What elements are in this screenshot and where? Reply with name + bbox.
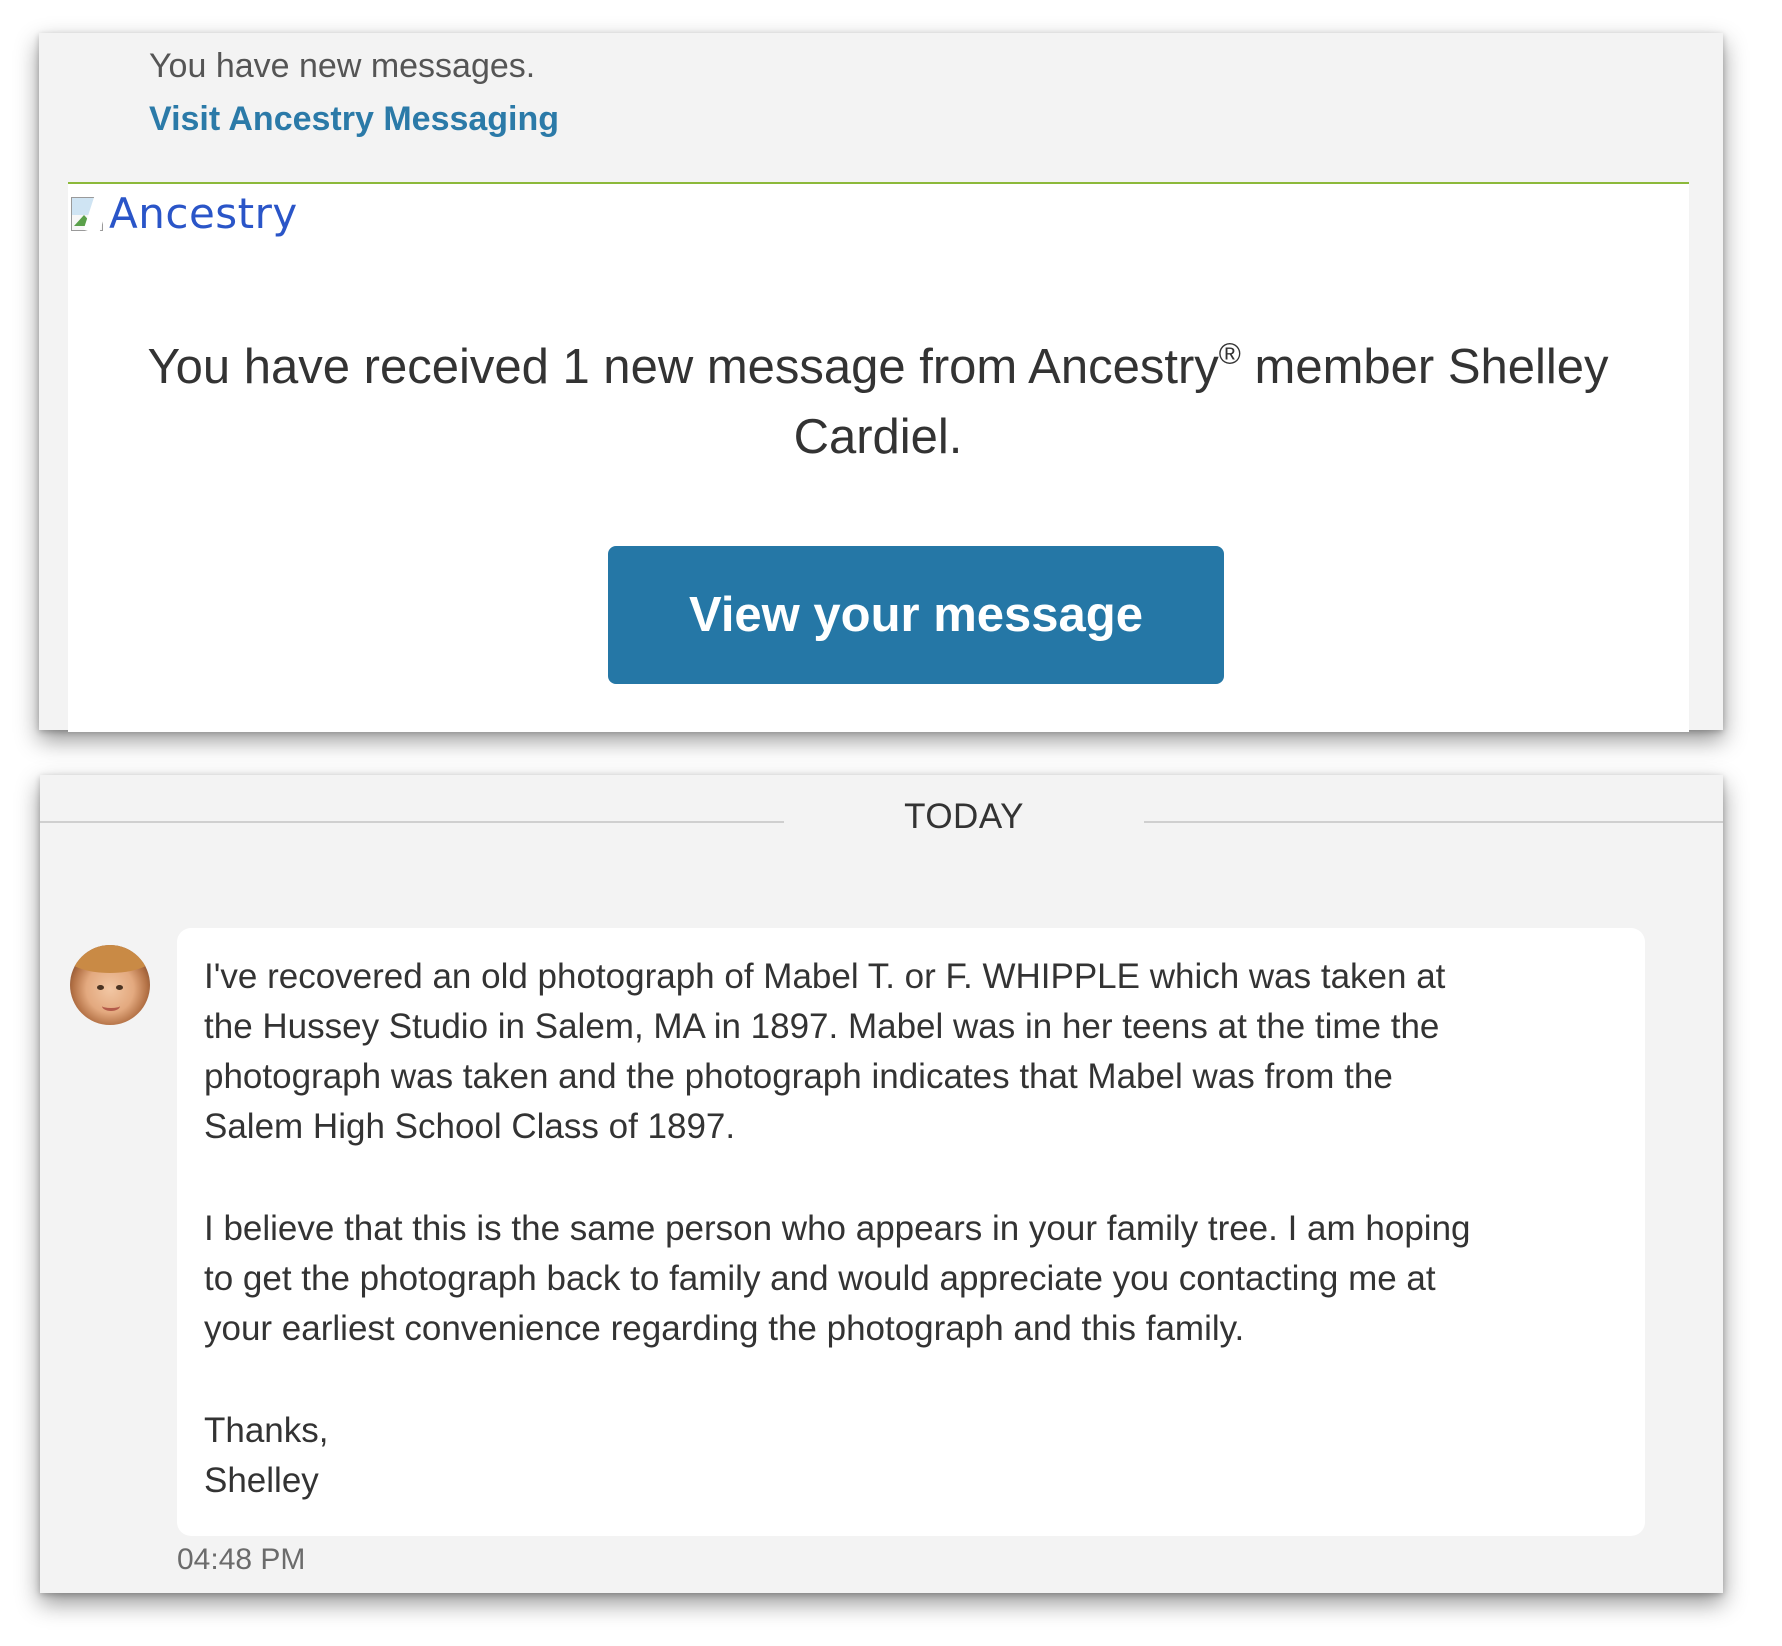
message-line: Salem High School Class of 1897. — [204, 1107, 736, 1146]
logo-alt-text: Ancestry — [109, 189, 298, 238]
message-line: I believe that this is the same person w… — [204, 1209, 1471, 1248]
message-line: photograph was taken and the photograph … — [204, 1057, 1393, 1096]
message-line: to get the photograph back to family and… — [204, 1259, 1436, 1298]
broken-image-icon — [69, 192, 111, 235]
message-line: the Hussey Studio in Salem, MA in 1897. … — [204, 1007, 1440, 1046]
day-separator-label: TODAY — [904, 797, 1024, 836]
day-divider-left — [40, 821, 784, 823]
message-headline: You have received 1 new message from Anc… — [128, 332, 1628, 472]
message-line: your earliest convenience regarding the … — [204, 1309, 1245, 1348]
message-timestamp: 04:48 PM — [177, 1543, 306, 1576]
ancestry-logo[interactable]: Ancestry — [69, 189, 298, 238]
message-closing: Thanks, — [204, 1411, 329, 1450]
new-messages-notice: You have new messages. — [149, 47, 536, 85]
email-notification-panel: You have new messages. Visit Ancestry Me… — [39, 33, 1723, 732]
visit-messaging-link[interactable]: Visit Ancestry Messaging — [149, 100, 559, 139]
sender-avatar[interactable] — [70, 945, 150, 1025]
view-message-button[interactable]: View your message — [608, 546, 1224, 684]
conversation-panel: TODAY I've recovered an old photograph o… — [40, 775, 1723, 1593]
headline-text: You have received 1 new message from Anc… — [147, 340, 1219, 394]
message-line: I've recovered an old photograph of Mabe… — [204, 957, 1446, 996]
email-card: Ancestry You have received 1 new message… — [68, 182, 1689, 732]
day-divider-right — [1144, 821, 1723, 823]
message-bubble: I've recovered an old photograph of Mabe… — [177, 928, 1645, 1536]
registered-mark: ® — [1218, 337, 1241, 371]
message-body: I've recovered an old photograph of Mabe… — [204, 952, 1634, 1506]
message-signature: Shelley — [204, 1461, 319, 1500]
